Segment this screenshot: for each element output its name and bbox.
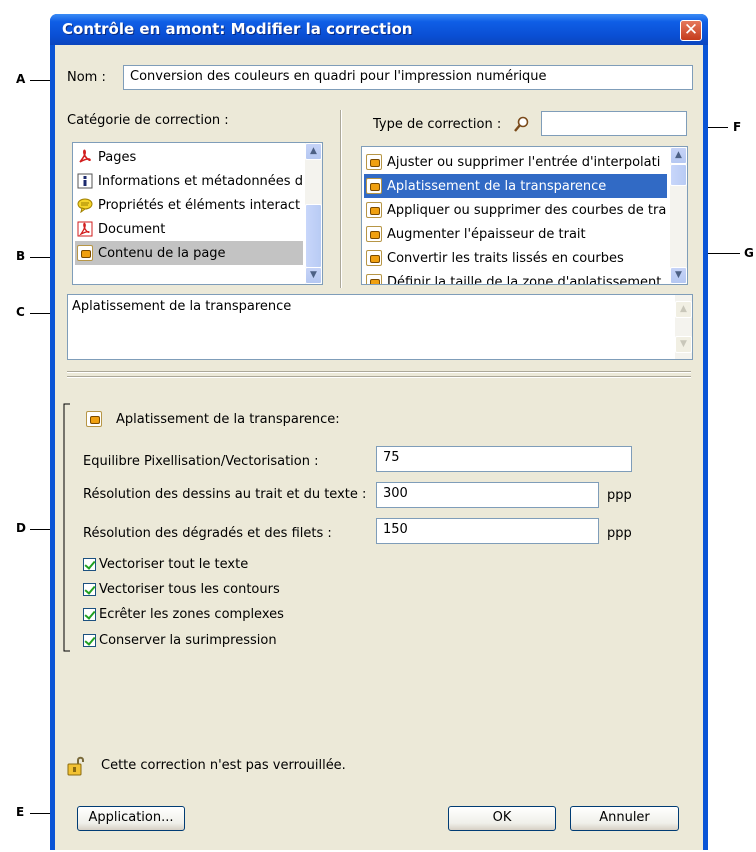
checkbox-label: Vectoriser tous les contours	[99, 581, 280, 597]
title-bar[interactable]: Contrôle en amont: Modifier la correctio…	[50, 14, 708, 45]
callout-c: C	[16, 305, 25, 319]
raster-vector-input[interactable]: 75	[376, 446, 632, 472]
search-icon	[514, 116, 529, 132]
cancel-button[interactable]: Annuler	[570, 806, 679, 831]
fixup-item-label: Appliquer ou supprimer des courbes de tr…	[387, 202, 667, 218]
checkbox[interactable]	[83, 607, 96, 621]
settings-heading: Aplatissement de la transparence:	[116, 412, 340, 427]
dialog-body: Nom : Conversion des couleurs en quadri …	[55, 45, 703, 850]
line-art-resolution-unit: ppp	[607, 488, 632, 503]
category-item-label: Document	[98, 221, 166, 237]
checkbox-clip-complex[interactable]: Ecrêter les zones complexes	[83, 604, 284, 624]
vertical-divider	[340, 110, 342, 288]
checkbox[interactable]	[83, 582, 96, 596]
fixup-item-label: Définir la taille de la zone d'aplatisse…	[387, 274, 662, 285]
fixup-icon	[366, 154, 382, 170]
scroll-thumb[interactable]	[670, 164, 687, 186]
lock-status-text: Cette correction n'est pas verrouillée.	[101, 758, 346, 773]
fixup-type-list[interactable]: Ajuster ou supprimer l'entrée d'interpol…	[361, 146, 688, 285]
checkbox[interactable]	[83, 633, 96, 647]
fixup-search-input[interactable]	[541, 111, 687, 136]
fixup-item[interactable]: Appliquer ou supprimer des courbes de tr…	[364, 198, 667, 222]
comment-icon	[77, 198, 93, 213]
category-item-interactive[interactable]: Propriétés et éléments interact	[75, 193, 303, 217]
checkbox-preserve-overprint[interactable]: Conserver la surimpression	[83, 630, 277, 650]
fixup-icon	[77, 245, 93, 261]
fixup-type-label: Type de correction :	[373, 117, 502, 132]
category-item-page-content[interactable]: Contenu de la page	[75, 241, 303, 265]
scroll-down-button[interactable]: ▼	[675, 336, 692, 353]
fixup-item-label: Aplatissement de la transparence	[387, 178, 607, 194]
fixup-item[interactable]: Ajuster ou supprimer l'entrée d'interpol…	[364, 150, 667, 174]
fixup-item[interactable]: Convertir les traits lissés en courbes	[364, 246, 667, 270]
category-item-label: Propriétés et éléments interact	[98, 197, 301, 213]
close-icon: ✕	[683, 20, 699, 40]
checkbox-label: Ecrêter les zones complexes	[99, 606, 284, 622]
gradient-resolution-input[interactable]: 150	[376, 518, 599, 544]
line-art-resolution-label: Résolution des dessins au trait et du te…	[83, 487, 367, 502]
fixup-item-label: Augmenter l'épaisseur de trait	[387, 226, 586, 242]
checkbox[interactable]	[83, 557, 96, 571]
callout-b: B	[16, 249, 26, 263]
name-label: Nom :	[67, 70, 106, 85]
fixup-item[interactable]: Augmenter l'épaisseur de trait	[364, 222, 667, 246]
fixup-icon	[366, 178, 382, 194]
fixup-item-selected[interactable]: Aplatissement de la transparence	[364, 174, 667, 198]
raster-vector-label: Equilibre Pixellisation/Vectorisation :	[83, 454, 319, 469]
pdf-icon	[79, 149, 91, 163]
description-box[interactable]: Aplatissement de la transparence ▲ ▼	[67, 294, 693, 360]
pdf-icon	[77, 221, 93, 237]
callout-a: A	[16, 72, 26, 86]
fixup-icon	[366, 274, 382, 284]
checkbox-convert-text[interactable]: Vectoriser tout le texte	[83, 554, 248, 574]
fixup-item-label: Ajuster ou supprimer l'entrée d'interpol…	[387, 154, 661, 170]
category-item-document[interactable]: Document	[75, 217, 303, 241]
description-scrollbar[interactable]: ▲ ▼	[675, 295, 692, 359]
gradient-resolution-unit: ppp	[607, 526, 632, 541]
gradient-resolution-label: Résolution des dégradés et des filets :	[83, 526, 332, 541]
scroll-down-button[interactable]: ▼	[670, 267, 687, 284]
info-icon	[77, 173, 93, 189]
description-text: Aplatissement de la transparence	[72, 299, 292, 314]
category-list[interactable]: Pages Informations et métadonnées d Prop…	[72, 142, 323, 285]
ok-button[interactable]: OK	[448, 806, 556, 831]
settings-bracket	[63, 403, 70, 652]
category-item-label: Contenu de la page	[98, 245, 226, 261]
callout-d: D	[16, 521, 26, 535]
name-input[interactable]: Conversion des couleurs en quadri pour l…	[123, 65, 693, 90]
category-item-label: Pages	[98, 149, 137, 165]
category-item-pages[interactable]: Pages	[75, 145, 303, 169]
checkbox-label: Vectoriser tout le texte	[99, 556, 249, 572]
fixup-icon	[366, 202, 382, 218]
application-button[interactable]: Application...	[77, 806, 185, 831]
fixup-item[interactable]: Définir la taille de la zone d'aplatisse…	[364, 270, 667, 285]
category-item-label: Informations et métadonnées d	[98, 173, 303, 189]
callout-e: E	[16, 805, 25, 819]
line-art-resolution-input[interactable]: 300	[376, 482, 599, 508]
unlocked-icon	[67, 756, 84, 776]
checkbox-convert-strokes[interactable]: Vectoriser tous les contours	[83, 579, 280, 599]
scroll-up-button[interactable]: ▲	[305, 143, 322, 160]
horizontal-divider	[67, 371, 691, 373]
horizontal-divider	[67, 376, 691, 378]
fixup-icon	[86, 411, 102, 427]
scroll-down-button[interactable]: ▼	[305, 267, 322, 284]
fixup-type-scrollbar[interactable]: ▲ ▼	[670, 147, 687, 284]
fixup-icon	[366, 250, 382, 266]
category-label: Catégorie de correction :	[67, 113, 229, 128]
callout-f: F	[733, 120, 742, 134]
fixup-item-label: Convertir les traits lissés en courbes	[387, 250, 624, 266]
checkbox-label: Conserver la surimpression	[99, 632, 277, 648]
category-item-info[interactable]: Informations et métadonnées d	[75, 169, 303, 193]
scroll-up-button[interactable]: ▲	[675, 301, 692, 318]
category-scrollbar[interactable]: ▲ ▼	[305, 143, 322, 284]
scroll-up-button[interactable]: ▲	[670, 147, 687, 164]
fixup-icon	[366, 226, 382, 242]
edit-fixup-dialog: Contrôle en amont: Modifier la correctio…	[50, 14, 708, 850]
dialog-title: Contrôle en amont: Modifier la correctio…	[62, 20, 413, 38]
callout-g: G	[744, 246, 754, 260]
close-button[interactable]: ✕	[680, 20, 702, 41]
scroll-thumb[interactable]	[305, 204, 322, 268]
